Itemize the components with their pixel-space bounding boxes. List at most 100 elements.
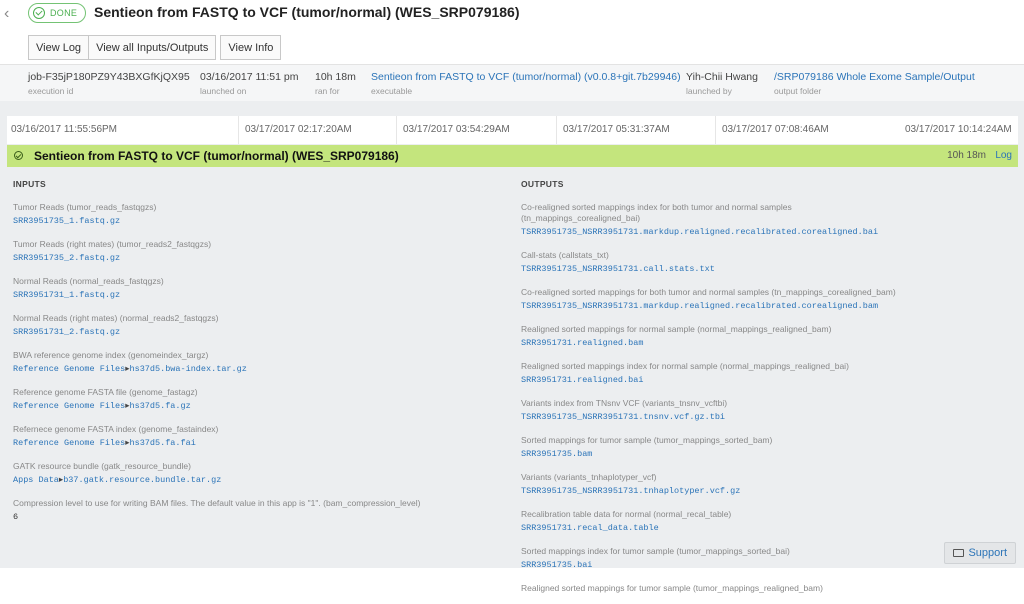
view-log-button[interactable]: View Log: [28, 35, 90, 60]
inputs-field-label: GATK resource bundle (gatk_resource_bund…: [13, 461, 191, 471]
timeline-tick: 03/16/2017 11:55:56PM: [11, 124, 118, 135]
inputs-field: Normal Reads (normal_reads_fastqgzs) SRR3…: [13, 276, 483, 303]
outputs-list: Co-realigned sorted mappings index for b…: [521, 202, 901, 594]
file-link[interactable]: TSRR3951735_NSRR3951731.markdup.realigne…: [521, 301, 878, 311]
outputs-field-label: Realigned sorted mappings index for norm…: [521, 361, 849, 371]
stage-name: Sentieon from FASTQ to VCF (tumor/normal…: [34, 149, 399, 163]
project-link[interactable]: Reference Genome Files: [13, 364, 125, 374]
file-link[interactable]: TSRR3951735_NSRR3951731.tnsnv.vcf.gz.tbi: [521, 412, 725, 422]
project-link[interactable]: Reference Genome Files: [13, 438, 125, 448]
inputs-field-value[interactable]: SRR3951731_1.fastq.gz: [13, 288, 483, 303]
file-link[interactable]: SRR3951735.bam: [521, 449, 592, 459]
project-link[interactable]: Apps Data: [13, 475, 59, 485]
outputs-field-value[interactable]: SRR3951735.bam: [521, 447, 901, 462]
job-header: ‹ DONE Sentieon from FASTQ to VCF (tumor…: [0, 0, 1024, 30]
outputs-section: OUTPUTS Co-realigned sorted mappings ind…: [521, 179, 901, 604]
inputs-field: Normal Reads (right mates) (normal_reads…: [13, 313, 483, 340]
inputs-field-label: Compression level to use for writing BAM…: [13, 498, 421, 508]
file-link[interactable]: TSRR3951735_NSRR3951731.call.stats.txt: [521, 264, 715, 274]
support-button[interactable]: Support: [944, 542, 1016, 564]
meta-label: ran for: [315, 86, 340, 96]
outputs-field-label: Call-stats (callstats_txt): [521, 250, 609, 260]
outputs-field-value[interactable]: SRR3951731.realigned.bai: [521, 373, 901, 388]
meta-label: output folder: [774, 86, 822, 96]
outputs-field: Sorted mappings for tumor sample (tumor_…: [521, 435, 901, 462]
outputs-field-label: Sorted mappings for tumor sample (tumor_…: [521, 435, 773, 445]
inputs-field: Tumor Reads (tumor_reads_fastqgzs) SRR395…: [13, 202, 483, 229]
file-link[interactable]: SRR3951735_1.fastq.gz: [13, 216, 120, 226]
stage-bar[interactable]: Sentieon from FASTQ to VCF (tumor/normal…: [7, 145, 1018, 167]
file-link[interactable]: TSRR3951735_NSRR3951731.tnhaplotyper.vcf…: [521, 486, 740, 496]
outputs-field-value[interactable]: TSRR3951735_NSRR3951731.markdup.realigne…: [521, 299, 901, 314]
inputs-field-label: Tumor Reads (tumor_reads_fastqgzs): [13, 202, 157, 212]
outputs-field: Co-realigned sorted mappings for both tu…: [521, 287, 901, 314]
meta-executable: Sentieon from FASTQ to VCF (tumor/normal…: [371, 71, 681, 96]
inputs-field: Refernece genome FASTA index (genome_fas…: [13, 424, 483, 451]
outputs-field: Realigned sorted mappings for normal sam…: [521, 324, 901, 351]
chat-icon: [953, 549, 965, 557]
meta-label: execution id: [28, 86, 74, 96]
executable-link[interactable]: Sentieon from FASTQ to VCF (tumor/normal…: [371, 71, 681, 83]
output-folder-link[interactable]: /SRP079186 Whole Exome Sample/Output: [774, 71, 975, 83]
view-inputs-outputs-button[interactable]: View all Inputs/Outputs: [88, 35, 217, 60]
outputs-field-value[interactable]: SRR3951731.realigned.bam: [521, 336, 901, 351]
meta-label: executable: [371, 86, 413, 96]
inputs-field-label: Normal Reads (right mates) (normal_reads…: [13, 313, 219, 323]
outputs-field-label: Realigned sorted mappings for tumor samp…: [521, 583, 823, 593]
file-link[interactable]: SRR3951735.bai: [521, 560, 592, 570]
timeline-tick: 03/17/2017 03:54:29AM: [396, 116, 510, 144]
file-link[interactable]: SRR3951731.recal_data.table: [521, 523, 659, 533]
inputs-field-value[interactable]: Reference Genome Files▸hs37d5.bwa-index.…: [13, 362, 483, 377]
support-label: Support: [968, 547, 1007, 559]
stage-log-link[interactable]: Log: [995, 150, 1012, 161]
inputs-field-value[interactable]: SRR3951735_2.fastq.gz: [13, 251, 483, 266]
outputs-field: Recalibration table data for normal (nor…: [521, 509, 901, 536]
file-link[interactable]: SRR3951731_2.fastq.gz: [13, 327, 120, 337]
timeline-tick: 03/17/2017 05:31:37AM: [556, 116, 670, 144]
meta-execution-id: job-F35jP180PZ9Y43BXGfKjQX95 execution i…: [28, 71, 190, 96]
file-link[interactable]: hs37d5.fa.fai: [130, 438, 196, 448]
file-link[interactable]: hs37d5.bwa-index.tar.gz: [130, 364, 247, 374]
meta-launched-on: 03/16/2017 11:51 pm launched on: [200, 71, 298, 96]
outputs-field-label: Variants index from TNsnv VCF (variants_…: [521, 398, 728, 408]
outputs-field-value[interactable]: SRR3951731.recal_data.table: [521, 521, 901, 536]
outputs-field: Variants (variants_tnhaplotyper_vcf) TSRR…: [521, 472, 901, 499]
timeline-tick: 03/17/2017 07:08:46AM: [715, 116, 829, 144]
outputs-field-label: Co-realigned sorted mappings index for b…: [521, 202, 792, 223]
outputs-field-label: Recalibration table data for normal (nor…: [521, 509, 732, 519]
meta-launched-by: Yih-Chii Hwang launched by: [686, 71, 758, 96]
outputs-field: Call-stats (callstats_txt) TSRR3951735_NS…: [521, 250, 901, 277]
inputs-field: BWA reference genome index (genomeindex_…: [13, 350, 483, 377]
view-info-button[interactable]: View Info: [220, 35, 282, 60]
meta-value: 03/16/2017 11:51 pm: [200, 71, 299, 83]
inputs-field-value[interactable]: Reference Genome Files▸hs37d5.fa.gz: [13, 399, 483, 414]
project-link[interactable]: Reference Genome Files: [13, 401, 125, 411]
outputs-field-value[interactable]: SRR3951735.bai: [521, 558, 901, 573]
outputs-field-value[interactable]: TSRR3951735_NSRR3951731.call.stats.txt: [521, 262, 901, 277]
file-link[interactable]: TSRR3951735_NSRR3951731.markdup.realigne…: [521, 227, 878, 237]
inputs-field-value[interactable]: SRR3951735_1.fastq.gz: [13, 214, 483, 229]
outputs-field-value[interactable]: TSRR3951735_NSRR3951731.markdup.realigne…: [521, 225, 901, 240]
outputs-field-value[interactable]: TSRR3951735_NSRR3951731.tnhaplotyper.vcf…: [521, 484, 901, 499]
chevron-left-icon[interactable]: ‹: [4, 5, 18, 23]
inputs-field-value[interactable]: SRR3951731_2.fastq.gz: [13, 325, 483, 340]
file-link[interactable]: SRR3951731.realigned.bai: [521, 375, 643, 385]
inputs-field-value[interactable]: Reference Genome Files▸hs37d5.fa.fai: [13, 436, 483, 451]
outputs-field-value[interactable]: TSRR3951735_NSRR3951731.tnsnv.vcf.gz.tbi: [521, 410, 901, 425]
inputs-field: GATK resource bundle (gatk_resource_bund…: [13, 461, 483, 488]
job-detail-panel: 03/16/2017 11:55:56PM 03/17/2017 02:17:2…: [0, 101, 1024, 593]
meta-value: job-F35jP180PZ9Y43BXGfKjQX95: [28, 71, 190, 83]
inputs-field-label: BWA reference genome index (genomeindex_…: [13, 350, 209, 360]
timeline-tick: 03/17/2017 02:17:20AM: [238, 116, 352, 144]
outputs-heading: OUTPUTS: [521, 179, 564, 189]
inputs-field-label: Tumor Reads (right mates) (tumor_reads2_…: [13, 239, 212, 249]
file-link[interactable]: SRR3951731_1.fastq.gz: [13, 290, 120, 300]
file-link[interactable]: hs37d5.fa.gz: [130, 401, 191, 411]
inputs-field-value: 6: [13, 510, 483, 525]
action-buttons: View Log View all Inputs/Outputs View In…: [28, 35, 282, 61]
file-link[interactable]: b37.gatk.resource.bundle.tar.gz: [63, 475, 221, 485]
inputs-heading: INPUTS: [13, 179, 46, 189]
file-link[interactable]: SRR3951735_2.fastq.gz: [13, 253, 120, 263]
file-link[interactable]: SRR3951731.realigned.bam: [521, 338, 643, 348]
inputs-field-value[interactable]: Apps Data▸b37.gatk.resource.bundle.tar.g…: [13, 473, 483, 488]
